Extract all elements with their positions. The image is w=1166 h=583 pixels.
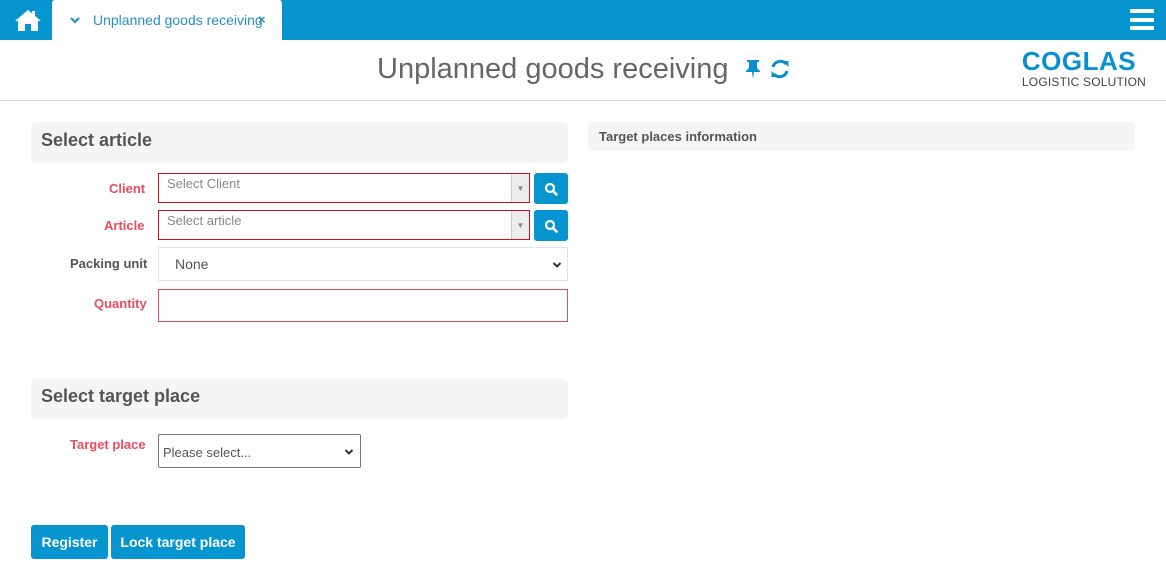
- quantity-input[interactable]: [158, 289, 568, 322]
- target-place-label: Target place: [70, 437, 146, 452]
- client-combobox[interactable]: Select Client ▼: [158, 173, 530, 203]
- chevron-down-icon: [552, 262, 562, 268]
- page-title: Unplanned goods receiving: [377, 53, 729, 85]
- dropdown-arrow-icon[interactable]: ▼: [511, 174, 529, 202]
- article-label: Article: [104, 218, 145, 233]
- article-search-button[interactable]: [534, 210, 568, 241]
- home-button[interactable]: [10, 5, 46, 35]
- dropdown-arrow-icon[interactable]: ▼: [511, 211, 529, 239]
- select-target-place-heading: Select target place: [31, 379, 568, 419]
- top-bar: Unplanned goods receiving ×: [0, 0, 1166, 40]
- search-icon: [544, 182, 558, 196]
- client-search-button[interactable]: [534, 173, 568, 204]
- quantity-label: Quantity: [94, 296, 147, 311]
- packing-unit-label: Packing unit: [70, 256, 148, 271]
- logo-main-text: COGLAS: [1021, 46, 1137, 76]
- target-places-information-heading: Target places information: [588, 122, 1135, 151]
- hamburger-menu-icon[interactable]: [1130, 9, 1154, 30]
- target-place-select[interactable]: Please select...: [158, 434, 361, 468]
- packing-unit-value: None: [175, 256, 209, 272]
- tab-label: Unplanned goods receiving: [93, 12, 263, 28]
- coglas-logo: COGLAS LOGISTIC SOLUTION: [1022, 47, 1146, 89]
- chevron-down-icon[interactable]: [70, 16, 84, 24]
- logo-sub-text: LOGISTIC SOLUTION: [1021, 75, 1146, 89]
- lock-target-place-button[interactable]: Lock target place: [111, 525, 245, 559]
- pin-icon[interactable]: [745, 59, 761, 79]
- select-article-heading: Select article: [31, 122, 568, 163]
- article-placeholder: Select article: [167, 213, 242, 228]
- search-icon: [544, 219, 558, 233]
- close-tab-icon[interactable]: ×: [258, 12, 266, 27]
- home-icon: [15, 10, 41, 31]
- client-label: Client: [109, 181, 146, 196]
- refresh-icon[interactable]: [769, 58, 791, 80]
- target-place-value: Please select...: [163, 445, 252, 460]
- chevron-down-icon: [344, 449, 354, 455]
- client-placeholder: Select Client: [167, 176, 240, 191]
- tab-unplanned-goods-receiving[interactable]: Unplanned goods receiving ×: [52, 0, 282, 40]
- register-button[interactable]: Register: [31, 525, 108, 559]
- page-header: Unplanned goods receiving COGLAS LOGISTI…: [0, 40, 1166, 101]
- packing-unit-select[interactable]: None: [158, 247, 568, 281]
- article-combobox[interactable]: Select article ▼: [158, 210, 530, 240]
